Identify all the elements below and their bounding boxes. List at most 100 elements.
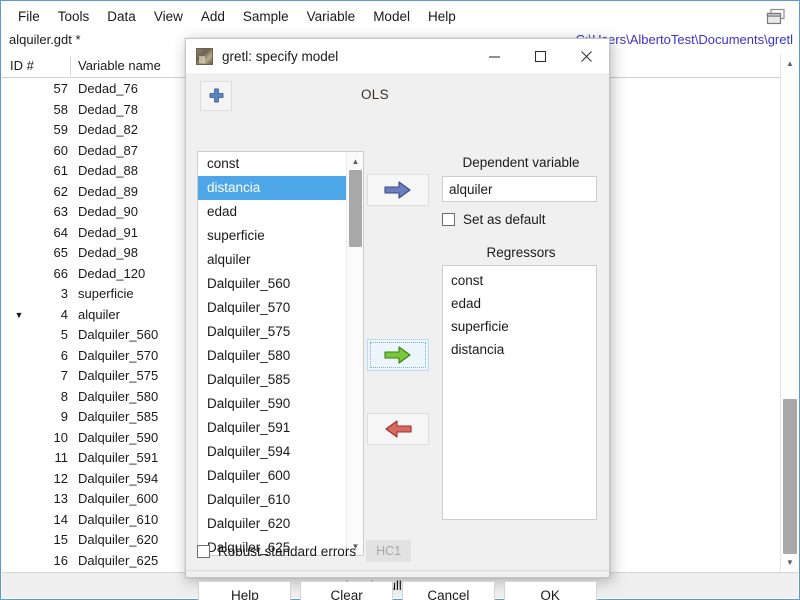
row-variable-name: Dalquiler_585 <box>78 409 159 424</box>
variable-list-item[interactable]: Dalquiler_580 <box>198 344 346 368</box>
hc1-button: HC1 <box>366 540 412 562</box>
variable-list-item[interactable]: Dalquiler_590 <box>198 392 346 416</box>
menu-item-file[interactable]: File <box>9 5 49 28</box>
menu-item-model[interactable]: Model <box>364 5 419 28</box>
add-regressor-button[interactable] <box>367 339 429 371</box>
row-variable-name: Dalquiler_570 <box>78 347 159 363</box>
row-id: 5 <box>60 327 68 342</box>
estimator-label: OLS <box>361 87 389 102</box>
row-id: 61 <box>53 163 68 178</box>
row-id: 9 <box>60 409 68 424</box>
set-dependent-variable-button[interactable] <box>367 174 429 206</box>
menu-item-help[interactable]: Help <box>419 5 465 28</box>
menu-item-tools[interactable]: Tools <box>49 5 99 28</box>
row-variable-name: Dedad_120 <box>78 265 146 281</box>
row-variable-name: Dalquiler_625 <box>78 552 159 568</box>
row-id: 11 <box>54 450 69 465</box>
variable-list-item[interactable]: Dalquiler_560 <box>198 272 346 296</box>
variable-list-item[interactable]: Dalquiler_620 <box>198 512 346 536</box>
column-header-id[interactable]: ID # <box>10 58 34 73</box>
variable-list-item[interactable]: Dalquiler_594 <box>198 440 346 464</box>
variable-list-item[interactable]: Dalquiler_610 <box>198 488 346 512</box>
help-button[interactable]: Help <box>198 581 292 600</box>
regressors-list[interactable]: const edad superficie distancia <box>442 265 597 520</box>
menu-item-data[interactable]: Data <box>98 5 145 28</box>
variable-list-item[interactable]: Dalquiler_575 <box>198 320 346 344</box>
variable-list-scrollbar[interactable]: ▲ ▼ <box>346 152 363 555</box>
row-variable-name: Dalquiler_590 <box>78 429 159 445</box>
row-id: 10 <box>53 429 68 445</box>
dependent-variable-label: Dependent variable <box>462 155 580 170</box>
row-id: 58 <box>53 101 68 117</box>
row-variable-name: Dalquiler_594 <box>78 470 159 486</box>
row-variable-name: Dedad_76 <box>78 81 138 96</box>
row-variable-name: Dedad_88 <box>78 163 138 178</box>
add-variable-button[interactable] <box>200 81 232 111</box>
variable-list-items[interactable]: const distancia edad superficie alquiler Dalq… <box>198 152 346 555</box>
variable-list-item[interactable]: Dalquiler_570 <box>198 296 346 320</box>
scroll-down-icon[interactable]: ▼ <box>781 553 799 571</box>
dialog-body: OLS const distancia edad superficie alquiler… <box>186 73 609 600</box>
scrollbar-thumb[interactable] <box>783 399 797 554</box>
maximize-icon[interactable] <box>517 39 563 73</box>
variable-list-item[interactable]: distancia <box>198 176 346 200</box>
regressor-list-item[interactable]: superficie <box>443 315 596 338</box>
column-header-name[interactable]: Variable name <box>78 58 161 73</box>
screen: File Tools Data View Add Sample Variable Model H… <box>0 0 800 600</box>
window-controls <box>471 39 609 73</box>
row-id: 6 <box>60 347 68 363</box>
regressors-label: Regressors <box>486 245 556 260</box>
row-variable-name: Dedad_90 <box>78 204 138 219</box>
row-id: 13 <box>53 491 68 506</box>
robust-standard-errors-row[interactable]: Robust standard errors HC1 <box>197 540 412 562</box>
row-id: 66 <box>53 265 68 281</box>
row-variable-name: Dedad_78 <box>78 101 138 117</box>
menu-item-add[interactable]: Add <box>192 5 234 28</box>
dataset-filename: alquiler.gdt * <box>9 32 81 47</box>
set-as-default-checkbox[interactable] <box>442 213 455 226</box>
cancel-button[interactable]: Cancel <box>401 581 495 600</box>
row-expander-icon[interactable]: ▼ <box>12 305 26 326</box>
variable-list-item[interactable]: Dalquiler_600 <box>198 464 346 488</box>
row-id: 4 <box>60 306 68 322</box>
row-variable-name: Dedad_82 <box>78 122 138 137</box>
remove-regressor-button[interactable] <box>367 413 429 445</box>
regressor-list-item[interactable]: edad <box>443 292 596 315</box>
robust-standard-errors-checkbox[interactable] <box>197 544 210 558</box>
dialog-title-bar[interactable]: gretl: specify model <box>186 39 609 73</box>
menu-item-view[interactable]: View <box>145 5 192 28</box>
clear-button[interactable]: Clear <box>300 581 394 600</box>
variable-list-item[interactable]: Dalquiler_585 <box>198 368 346 392</box>
row-id: 57 <box>53 81 68 96</box>
cascade-windows-icon[interactable] <box>759 4 793 30</box>
dependent-variable-input[interactable] <box>442 176 597 202</box>
regressor-list-item[interactable]: distancia <box>443 338 596 361</box>
main-vertical-scrollbar[interactable]: ▲ ▼ <box>780 54 798 571</box>
menu-item-sample[interactable]: Sample <box>234 5 298 28</box>
menu-item-variable[interactable]: Variable <box>298 5 365 28</box>
row-id: 59 <box>53 122 68 137</box>
minimize-icon[interactable] <box>471 39 517 73</box>
row-variable-name: Dedad_98 <box>78 245 138 260</box>
row-id: 16 <box>53 552 68 568</box>
row-id: 3 <box>60 286 68 301</box>
robust-standard-errors-label: Robust standard errors <box>218 543 357 559</box>
row-variable-name: Dalquiler_600 <box>78 491 159 506</box>
row-variable-name: Dalquiler_610 <box>78 511 159 527</box>
available-variables-list[interactable]: const distancia edad superficie alquiler Dalq… <box>197 151 364 556</box>
variable-list-item[interactable]: edad <box>198 200 346 224</box>
variable-list-item[interactable]: superficie <box>198 224 346 248</box>
regressor-list-item[interactable]: const <box>443 269 596 292</box>
scroll-up-icon[interactable]: ▲ <box>347 152 363 170</box>
variable-list-item[interactable]: const <box>198 152 346 176</box>
variable-list-item[interactable]: alquiler <box>198 248 346 272</box>
close-icon[interactable] <box>563 39 609 73</box>
ok-button[interactable]: OK <box>503 581 597 600</box>
scroll-up-icon[interactable]: ▲ <box>781 54 799 72</box>
dialog-title: gretl: specify model <box>222 48 339 64</box>
variable-list-item[interactable]: Dalquiler_591 <box>198 416 346 440</box>
row-id: 15 <box>53 532 68 547</box>
row-variable-name: Dalquiler_591 <box>78 450 159 465</box>
scrollbar-thumb[interactable] <box>349 170 362 247</box>
set-as-default-row[interactable]: Set as default <box>442 212 546 227</box>
